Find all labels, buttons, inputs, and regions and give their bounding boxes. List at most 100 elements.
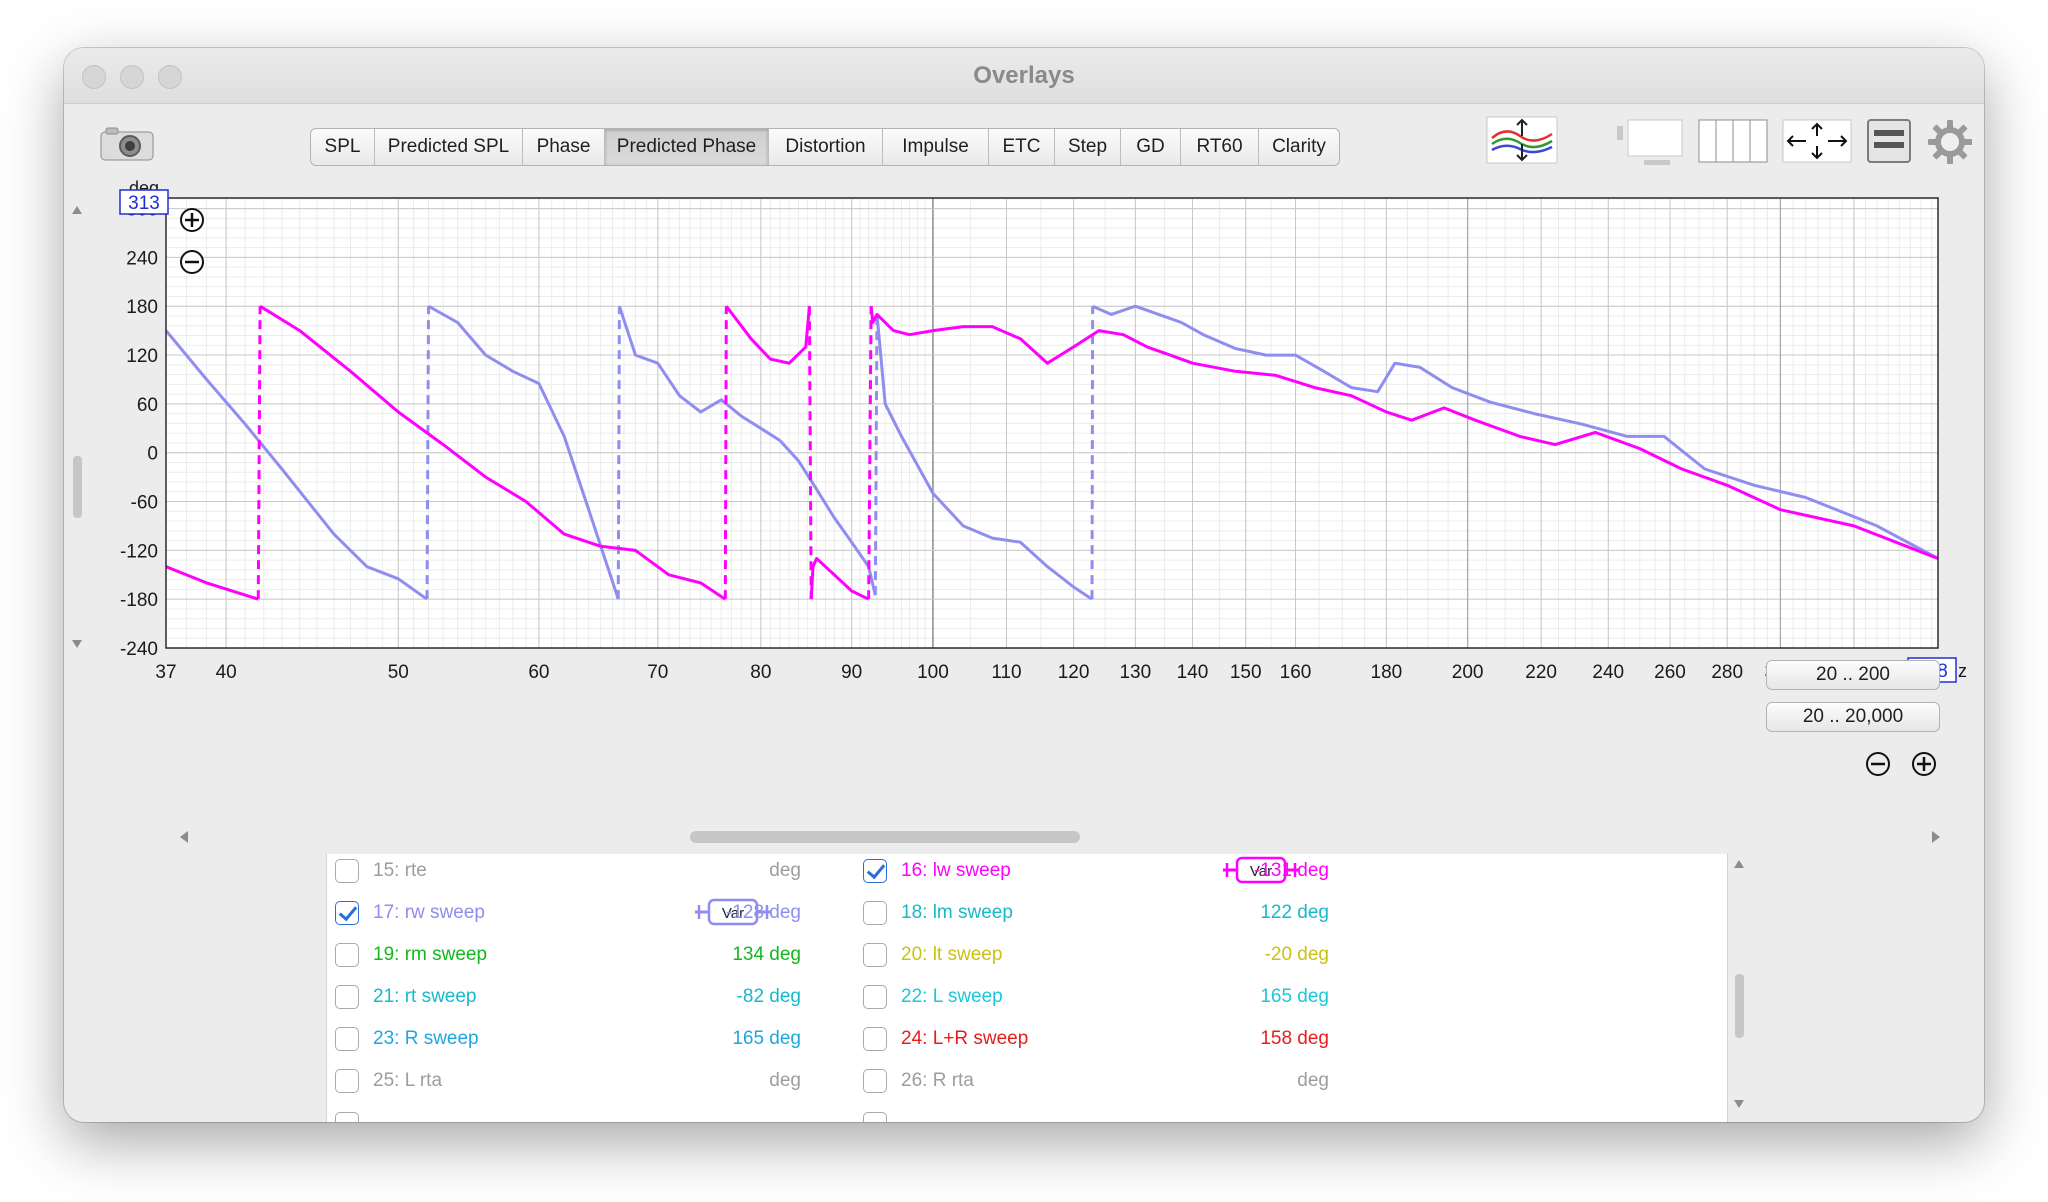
overlay-value: 122 deg: [1260, 902, 1329, 923]
graph-type-tabs: SPL Predicted SPL Phase Predicted Phase Dist…: [310, 128, 1340, 166]
x-tick-label: 110: [991, 662, 1021, 683]
phase-chart[interactable]: 300240180120600-60-120-180-2403740506070…: [64, 176, 1984, 866]
phase-chart-svg[interactable]: 300240180120600-60-120-180-2403740506070…: [64, 176, 1984, 826]
overlay-name[interactable]: 23: R sweep: [373, 1028, 479, 1050]
overlay-checkbox[interactable]: [863, 901, 887, 925]
scroll-right-arrow-icon[interactable]: [1932, 831, 1940, 843]
tab-phase[interactable]: Phase: [523, 129, 605, 165]
overlay-name[interactable]: 22: L sweep: [901, 986, 1003, 1008]
overlay-row: 23: R sweep 165 deg: [335, 1022, 855, 1054]
x-tick-label: 60: [528, 662, 549, 683]
screenshot-camera-button[interactable]: [98, 126, 156, 162]
x-tick-label: 90: [841, 662, 862, 683]
tab-spl[interactable]: SPL: [311, 129, 375, 165]
overlay-checkbox[interactable]: [863, 943, 887, 967]
y-tick-label: -240: [120, 639, 158, 660]
fit-axes-button[interactable]: [1782, 116, 1854, 171]
tab-gd[interactable]: GD: [1121, 129, 1181, 165]
tab-impulse[interactable]: Impulse: [883, 129, 989, 165]
overlay-checkbox-partial[interactable]: [335, 1112, 359, 1122]
overlay-row: 19: rm sweep 134 deg: [335, 938, 855, 970]
y-top-marker[interactable]: 313: [128, 193, 160, 214]
x-tick-label: 180: [1371, 662, 1403, 683]
overlay-name[interactable]: 26: R rta: [901, 1070, 974, 1092]
y-tick-label: 180: [126, 297, 158, 318]
tab-predicted-spl[interactable]: Predicted SPL: [375, 129, 523, 165]
overlay-value: deg: [769, 1070, 801, 1091]
horizontal-scroll-thumb[interactable]: [690, 831, 1080, 843]
settings-button[interactable]: [1926, 118, 1974, 171]
gear-icon: [1928, 120, 1972, 164]
y-tick-label: -60: [131, 493, 158, 514]
x-tick-label: 140: [1177, 662, 1209, 683]
camera-icon: [100, 127, 154, 161]
overlay-value: deg: [1297, 1070, 1329, 1091]
list-scroll-thumb[interactable]: [1735, 974, 1744, 1038]
title-bar: Overlays: [64, 48, 1984, 104]
overlay-name[interactable]: 25: L rta: [373, 1070, 442, 1092]
overlay-name[interactable]: 20: lt sweep: [901, 944, 1002, 966]
list-scroll-down-icon[interactable]: [1734, 1100, 1744, 1108]
overlay-traces-button[interactable]: [1486, 116, 1558, 169]
window-view-icon: [1617, 119, 1683, 165]
overlay-list-scroller[interactable]: [1726, 854, 1752, 1122]
tab-distortion[interactable]: Distortion: [769, 129, 883, 165]
overlay-checkbox[interactable]: [335, 859, 359, 883]
x-tick-label: 240: [1592, 662, 1624, 683]
overlay-checkbox[interactable]: [863, 1027, 887, 1051]
overlay-checkbox[interactable]: [335, 1069, 359, 1093]
overlay-checkbox[interactable]: [335, 943, 359, 967]
overlay-checkbox-partial[interactable]: [863, 1112, 887, 1122]
x-tick-label: 220: [1525, 662, 1557, 683]
y-tick-label: 60: [137, 395, 158, 416]
overlay-checkbox[interactable]: [863, 1069, 887, 1093]
zoom-out-x-icon[interactable]: [1860, 746, 1896, 782]
overlay-name[interactable]: 16: lw sweep: [901, 860, 1011, 882]
list-scroll-up-icon[interactable]: [1734, 860, 1744, 868]
panel-list-icon: [1867, 119, 1911, 163]
overlay-checkbox[interactable]: [863, 859, 887, 883]
overlay-checkbox[interactable]: [335, 901, 359, 925]
overlay-row: 22: L sweep 165 deg: [863, 980, 1383, 1012]
y-tick-label: 120: [126, 346, 158, 367]
tab-step[interactable]: Step: [1055, 129, 1121, 165]
overlay-name[interactable]: 24: L+R sweep: [901, 1028, 1028, 1050]
overlay-name[interactable]: 18: lm sweep: [901, 902, 1013, 924]
overlay-checkbox[interactable]: [335, 985, 359, 1009]
horizontal-axis-scroller[interactable]: [64, 824, 1984, 850]
overlay-row: 25: L rta deg: [335, 1064, 855, 1096]
tab-etc[interactable]: ETC: [989, 129, 1055, 165]
x-tick-label: 80: [750, 662, 771, 683]
x-tick-label: 280: [1711, 662, 1743, 683]
overlay-value: 158 deg: [1260, 1028, 1329, 1049]
overlay-name[interactable]: 15: rte: [373, 860, 427, 882]
overlay-checkbox[interactable]: [335, 1027, 359, 1051]
overlay-name[interactable]: 17: rw sweep: [373, 902, 485, 924]
scroll-left-arrow-icon[interactable]: [180, 831, 188, 843]
range-20-200-button[interactable]: 20 .. 200: [1766, 660, 1940, 690]
overlay-name[interactable]: 21: rt sweep: [373, 986, 477, 1008]
tab-clarity[interactable]: Clarity: [1259, 129, 1339, 165]
window-title: Overlays: [973, 62, 1075, 89]
overlay-row: 26: R rta deg: [863, 1064, 1383, 1096]
overlay-name[interactable]: 19: rm sweep: [373, 944, 487, 966]
x-tick-label: 70: [647, 662, 668, 683]
y-tick-label: 0: [147, 444, 158, 465]
y-tick-label: -180: [120, 590, 158, 611]
overlay-row: 24: L+R sweep 158 deg: [863, 1022, 1383, 1054]
x-unit-suffix: z: [1958, 661, 1967, 681]
tab-rt60[interactable]: RT60: [1181, 129, 1259, 165]
y-tick-label: 240: [126, 248, 158, 269]
controls-panel-button[interactable]: [1866, 116, 1914, 171]
single-view-button[interactable]: [1616, 116, 1690, 173]
column-view-button[interactable]: [1698, 116, 1770, 171]
x-tick-label: 100: [917, 662, 949, 683]
overlay-value: -82 deg: [736, 986, 801, 1007]
zoom-in-x-icon[interactable]: [1906, 746, 1942, 782]
overlay-row: 15: rte deg: [335, 854, 855, 886]
x-tick-label: 50: [388, 662, 409, 683]
y-tick-label: -120: [120, 541, 158, 562]
tab-predicted-phase[interactable]: Predicted Phase: [605, 129, 769, 165]
range-20-20000-button[interactable]: 20 .. 20,000: [1766, 702, 1940, 732]
overlay-checkbox[interactable]: [863, 985, 887, 1009]
